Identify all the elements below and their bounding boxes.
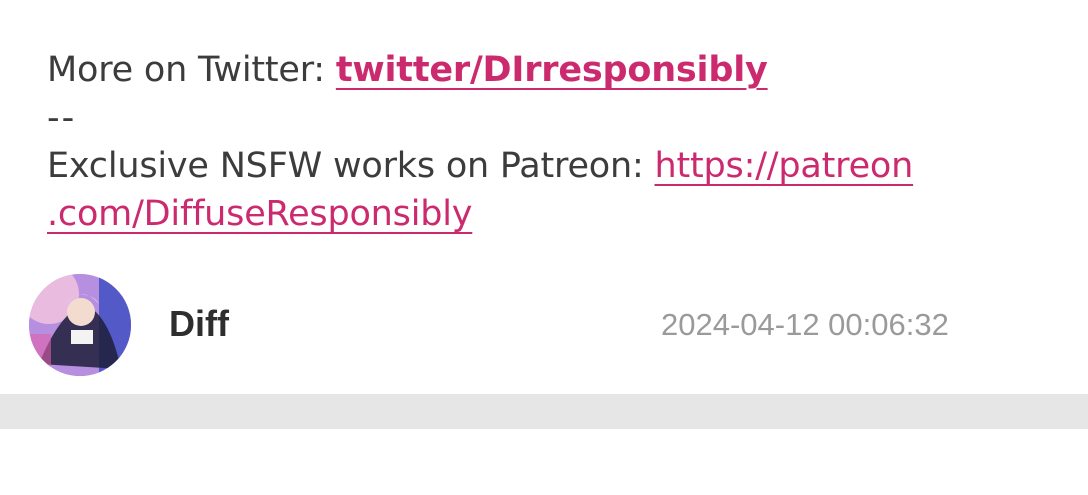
patreon-prefix: Exclusive NSFW works on Patreon: xyxy=(47,146,655,186)
section-separator xyxy=(0,394,1088,429)
avatar[interactable] xyxy=(29,274,131,376)
patreon-link-part2[interactable]: .com/DiffuseResponsibly xyxy=(47,194,472,234)
twitter-prefix: More on Twitter: xyxy=(47,50,336,90)
twitter-link[interactable]: twitter/DIrresponsibly xyxy=(336,50,768,90)
avatar-illustration xyxy=(29,274,131,376)
twitter-line: More on Twitter: twitter/DIrresponsibly xyxy=(47,46,1047,94)
post-timestamp: 2024-04-12 00:06:32 xyxy=(661,307,949,342)
patreon-line: Exclusive NSFW works on Patreon: https:/… xyxy=(47,142,1047,190)
text-divider: -- xyxy=(47,98,77,138)
author-row: Diff 2024-04-12 00:06:32 xyxy=(0,270,1088,380)
author-name[interactable]: Diff xyxy=(169,303,229,345)
patreon-link-part1[interactable]: https://patreon xyxy=(655,146,914,186)
post-body: More on Twitter: twitter/DIrresponsibly … xyxy=(47,46,1047,238)
patreon-line-continued: .com/DiffuseResponsibly xyxy=(47,190,1047,238)
